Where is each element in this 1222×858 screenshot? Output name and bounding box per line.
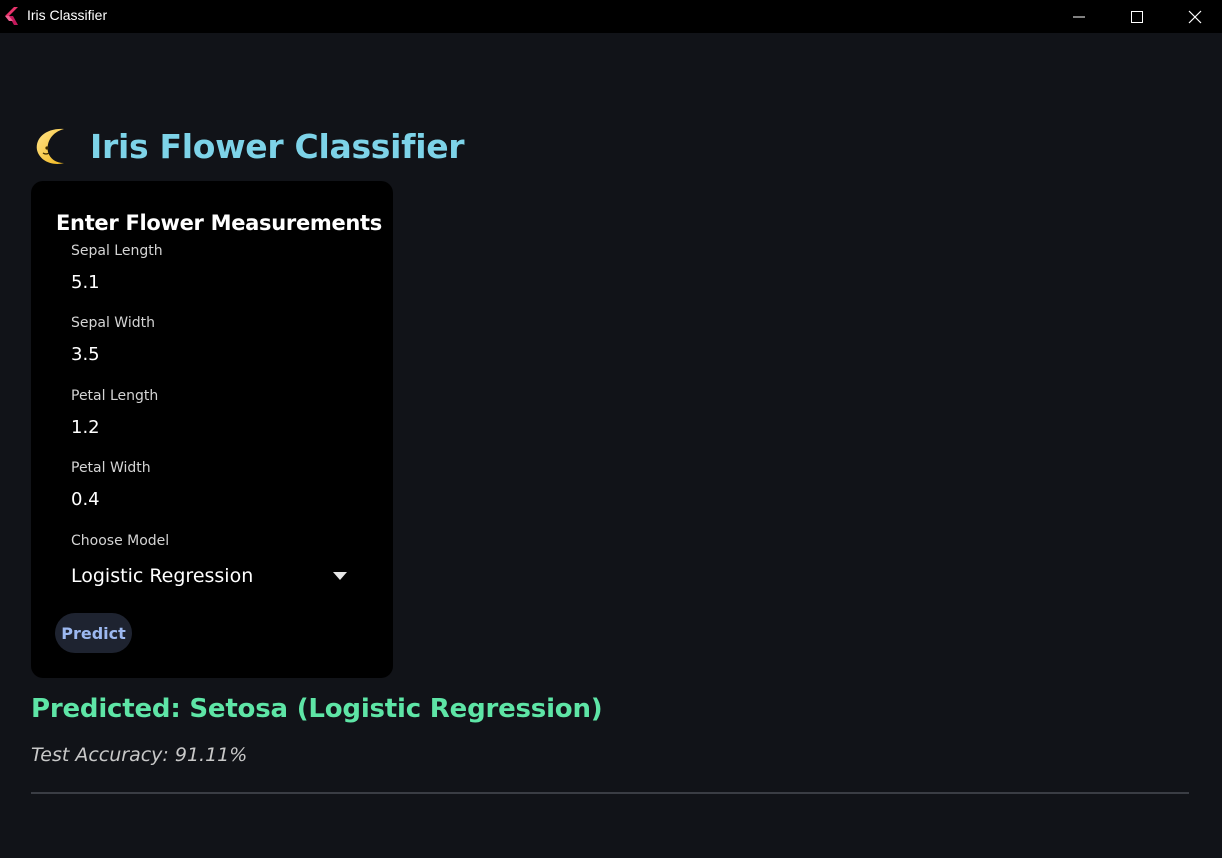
flutter-logo-icon [5,7,18,25]
sepal-length-field: Sepal Length 5.1 [71,243,351,298]
page-title: Iris Flower Classifier [90,126,465,166]
petal-length-field: Petal Length 1.2 [71,388,351,443]
model-field: Choose Model Logistic Regression [71,533,351,590]
petal-length-label: Petal Length [71,388,159,404]
sepal-width-field: Sepal Width 3.5 [71,315,351,370]
close-icon [1188,10,1202,23]
sepal-width-label: Sepal Width [71,315,155,331]
card-title: Enter Flower Measurements [56,211,382,235]
divider [31,792,1189,794]
minimize-button[interactable] [1050,0,1108,33]
petal-width-label: Petal Width [71,460,151,476]
test-accuracy: Test Accuracy: 91.11% [31,744,248,766]
petal-length-input[interactable]: 1.2 [71,417,351,443]
close-button[interactable] [1166,0,1222,33]
prediction-result: Predicted: Setosa (Logistic Regression) [31,694,603,724]
measurement-card: Enter Flower Measurements Sepal Length 5… [31,181,393,678]
caret-down-icon [333,572,347,580]
petal-width-input[interactable]: 0.4 [71,489,351,515]
window-title: Iris Classifier [27,7,108,23]
predict-button[interactable]: Predict [55,613,132,653]
model-select-value: Logistic Regression [71,565,254,587]
petal-width-field: Petal Width 0.4 [71,460,351,515]
maximize-button[interactable] [1108,0,1166,33]
crescent-moon-icon [36,128,64,164]
model-select[interactable]: Logistic Regression [71,562,347,590]
window-titlebar: Iris Classifier [0,0,1222,33]
minimize-icon [1073,16,1085,17]
page-heading: Iris Flower Classifier [34,124,465,168]
sepal-width-input[interactable]: 3.5 [71,344,351,370]
maximize-icon [1131,10,1143,23]
sepal-length-label: Sepal Length [71,243,163,259]
sepal-length-input[interactable]: 5.1 [71,272,351,298]
model-label: Choose Model [71,533,170,549]
